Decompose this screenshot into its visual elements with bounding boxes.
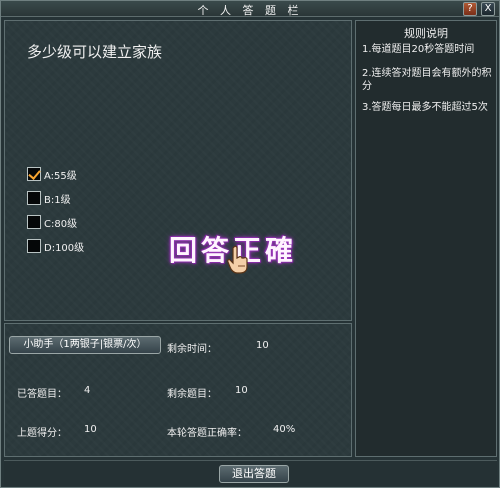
- question-panel: 多少级可以建立家族 A:55级 B:1级 C:80级 D:100级 回答正確: [4, 20, 352, 321]
- option-a-label: A:55级: [44, 170, 77, 182]
- option-c-checkbox[interactable]: [27, 215, 41, 229]
- rule-3: 3.答题每日最多不能超过5次: [362, 102, 488, 113]
- remaining-value: 10: [235, 385, 248, 396]
- accuracy-value: 40%: [273, 424, 296, 435]
- help-button[interactable]: ?: [463, 2, 477, 16]
- last-score-value: 10: [84, 424, 97, 435]
- last-score-label: 上题得分：: [17, 428, 67, 439]
- answered-value: 4: [84, 385, 91, 396]
- exit-quiz-button[interactable]: 退出答题: [219, 465, 289, 483]
- answered-label: 已答题目：: [17, 389, 67, 400]
- title-bar[interactable]: 个 人 答 题 栏 ? X: [1, 1, 499, 17]
- rule-2: 2.连续答对题目会有额外的积分: [362, 68, 492, 92]
- option-b-label: B:1级: [44, 194, 71, 206]
- question-text: 多少级可以建立家族: [27, 43, 163, 61]
- option-d[interactable]: D:100级: [27, 238, 84, 254]
- option-b-checkbox[interactable]: [27, 191, 41, 205]
- accuracy-label: 本轮答题正确率：: [167, 428, 247, 439]
- option-b[interactable]: B:1级: [27, 190, 71, 206]
- close-button[interactable]: X: [481, 2, 495, 16]
- option-c-label: C:80级: [44, 218, 78, 230]
- option-d-label: D:100级: [44, 242, 85, 254]
- helper-button[interactable]: 小助手（1两银子|银票/次）: [9, 336, 161, 354]
- option-a-checkbox[interactable]: [27, 167, 41, 181]
- option-c[interactable]: C:80级: [27, 214, 77, 230]
- time-left-value: 10: [256, 340, 269, 351]
- rule-1: 1.每道题目20秒答题时间: [362, 44, 475, 55]
- remaining-label: 剩余题目：: [167, 389, 217, 400]
- rules-title: 规则说明: [404, 27, 448, 40]
- rules-panel: 规则说明 1.每道题目20秒答题时间 2.连续答对题目会有额外的积分 3.答题每…: [355, 20, 497, 457]
- hand-cursor-icon: [227, 245, 248, 274]
- window-title: 个 人 答 题 栏: [197, 4, 303, 17]
- quiz-window: 个 人 答 题 栏 ? X 多少级可以建立家族 A:55级 B:1级 C:80级…: [0, 0, 500, 488]
- time-left-label: 剩余时间：: [167, 344, 217, 355]
- option-d-checkbox[interactable]: [27, 239, 41, 253]
- option-a[interactable]: A:55级: [27, 166, 77, 182]
